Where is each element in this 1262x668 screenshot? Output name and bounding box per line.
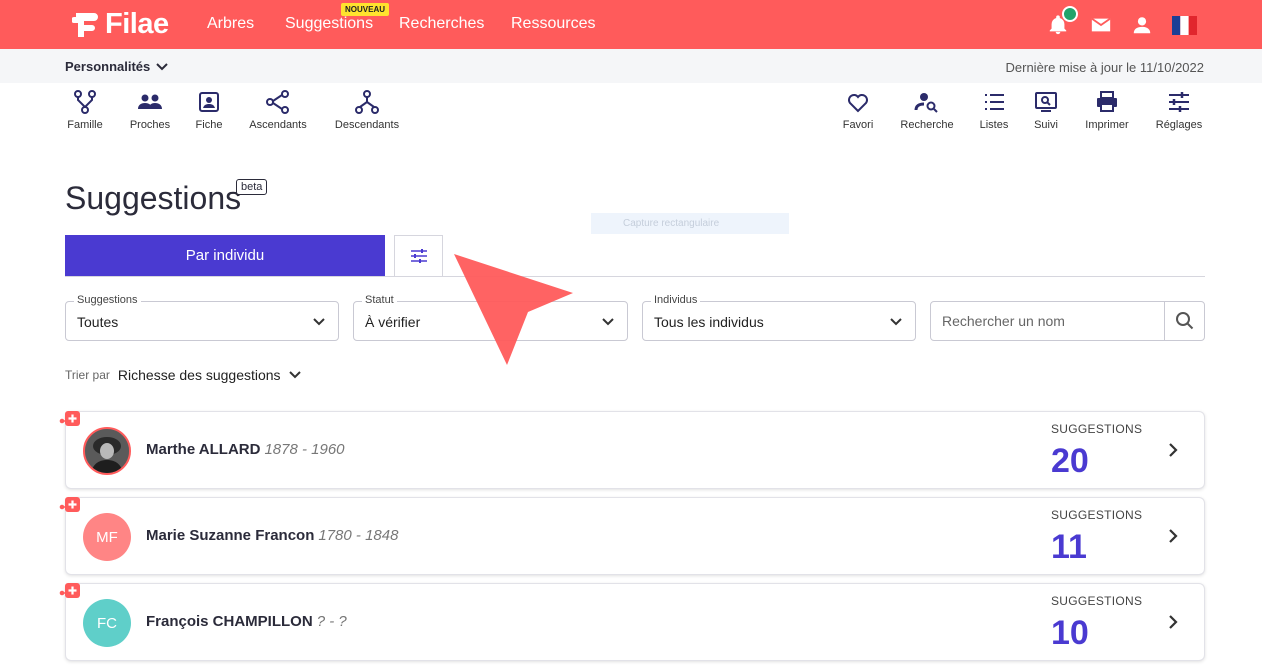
filae-logo[interactable]: Filae — [72, 8, 169, 40]
search-input[interactable] — [932, 303, 1164, 339]
logo-text: Filae — [105, 7, 169, 40]
toolbar-label: Descendants — [334, 119, 400, 131]
individual-card[interactable]: FC François CHAMPILLON? - ? SUGGESTIONS … — [59, 583, 1205, 661]
avatar: FC — [83, 599, 131, 647]
select-label: Suggestions — [74, 294, 141, 306]
list-icon — [985, 94, 1004, 110]
sliders-icon — [1169, 92, 1189, 112]
suggestions-label: SUGGESTIONS — [1051, 594, 1143, 608]
filter-tab-button[interactable] — [394, 235, 443, 276]
avatar — [83, 427, 131, 475]
select-label: Individus — [651, 294, 701, 306]
select-value: Tous les individus — [654, 314, 764, 330]
toolbar-label: Famille — [67, 119, 103, 131]
toolbar-label: Suivi — [1034, 119, 1058, 131]
individual-name: Marie Suzanne Francon 1780 - 1848 — [146, 527, 399, 544]
name-search — [930, 301, 1205, 341]
individual-dates: ? - ? — [316, 613, 347, 630]
printer-icon — [1097, 91, 1117, 112]
portrait-photo — [85, 429, 129, 473]
toolbar-label: Listes — [979, 119, 1009, 131]
suggestions-count: 11 — [1051, 528, 1087, 566]
toolbar-label: Imprimer — [1085, 119, 1129, 131]
tree-subbar: Personnalités Dernière mise à jour le 11… — [0, 49, 1262, 83]
family-tree-icon — [74, 90, 96, 114]
suggestions-select[interactable]: Suggestions Toutes — [65, 294, 339, 341]
individual-dates: 1780 - 1848 — [318, 527, 399, 544]
avatar: MF — [83, 513, 131, 561]
suggestions-count: 10 — [1051, 614, 1089, 652]
tree-selector[interactable]: Personnalités — [65, 59, 168, 74]
individual-dates: 1878 - 1960 — [264, 441, 345, 458]
chevron-down-icon — [313, 318, 325, 326]
select-label: Statut — [362, 294, 397, 306]
suggestions-count: 20 — [1051, 442, 1089, 480]
tab-par-individu[interactable]: Par individu — [65, 235, 385, 276]
select-value: À vérifier — [365, 314, 421, 330]
tree-name: Personnalités — [65, 59, 151, 74]
sort-label: Trier par — [65, 368, 110, 382]
chevron-down-icon — [602, 318, 614, 326]
chevron-down-icon — [156, 62, 168, 70]
ancestors-icon — [266, 90, 289, 114]
individual-name: François CHAMPILLON? - ? — [146, 613, 347, 630]
toolbar-label: Fiche — [195, 119, 223, 131]
individual-card[interactable]: MF Marie Suzanne Francon 1780 - 1848 SUGG… — [59, 497, 1205, 575]
nav-ressources[interactable]: Ressources — [511, 15, 595, 33]
descendants-icon — [355, 90, 379, 114]
beta-badge: beta — [236, 179, 268, 195]
screen-capture-overlay: Capture rectangulaire — [591, 213, 789, 234]
top-navigation-bar: Filae Arbres Suggestions NOUVEAU Recherc… — [0, 0, 1262, 49]
nav-recherches[interactable]: Recherches — [399, 15, 484, 33]
sort-value: Richesse des suggestions — [117, 367, 281, 383]
search-icon — [1175, 312, 1193, 330]
mail-icon[interactable] — [1088, 12, 1114, 38]
page-title: Suggestions — [65, 180, 242, 216]
toolbar-label: Ascendants — [249, 119, 307, 131]
toolbar-descendants[interactable]: Descendants — [327, 89, 407, 131]
toolbar-fiche[interactable]: Fiche — [169, 89, 249, 131]
toolbar-reglages[interactable]: Réglages — [1139, 89, 1219, 131]
individus-select[interactable]: Individus Tous les individus — [642, 294, 916, 341]
tree-plus-icon — [59, 497, 80, 512]
user-icon[interactable] — [1129, 12, 1155, 38]
chevron-down-icon — [288, 371, 301, 379]
nouveau-badge: NOUVEAU — [341, 3, 390, 16]
sliders-icon — [410, 249, 427, 263]
chevron-right-icon[interactable] — [1167, 614, 1179, 630]
chevron-right-icon[interactable] — [1167, 442, 1179, 458]
people-icon — [138, 94, 162, 109]
suggestions-label: SUGGESTIONS — [1051, 422, 1143, 436]
tree-plus-icon — [59, 583, 80, 598]
toolbar-imprimer[interactable]: Imprimer — [1067, 89, 1147, 131]
filae-logo-icon — [72, 13, 98, 37]
toolbar-label: Réglages — [1155, 119, 1203, 131]
toolbar-favori[interactable]: Favori — [818, 89, 898, 131]
heart-icon — [848, 94, 868, 113]
tabs-divider — [65, 276, 1205, 277]
last-update-text: Dernière mise à jour le 11/10/2022 — [1005, 60, 1205, 75]
chevron-right-icon[interactable] — [1167, 528, 1179, 544]
person-search-icon — [914, 93, 938, 113]
toolbar-label: Proches — [129, 119, 171, 131]
toolbar-label: Favori — [842, 119, 874, 131]
toolbar-label: Recherche — [900, 119, 954, 131]
suggestions-label: SUGGESTIONS — [1051, 508, 1143, 522]
nav-arbres[interactable]: Arbres — [207, 15, 254, 33]
id-card-icon — [199, 92, 219, 112]
individual-name: Marthe ALLARD 1878 - 1960 — [146, 441, 345, 458]
chevron-down-icon — [890, 318, 902, 326]
french-flag-icon[interactable] — [1171, 12, 1197, 38]
search-button[interactable] — [1164, 302, 1204, 340]
pointer-arrow-annotation — [454, 254, 573, 365]
sort-control[interactable]: Trier par Richesse des suggestions — [65, 367, 301, 383]
tree-plus-icon — [59, 411, 80, 426]
notification-dot — [1062, 6, 1078, 22]
individual-card[interactable]: Marthe ALLARD 1878 - 1960 SUGGESTIONS 20 — [59, 411, 1205, 489]
monitor-icon — [1035, 92, 1057, 112]
select-value: Toutes — [77, 314, 119, 330]
toolbar-ascendants[interactable]: Ascendants — [238, 89, 318, 131]
nav-suggestions[interactable]: Suggestions — [285, 15, 373, 33]
